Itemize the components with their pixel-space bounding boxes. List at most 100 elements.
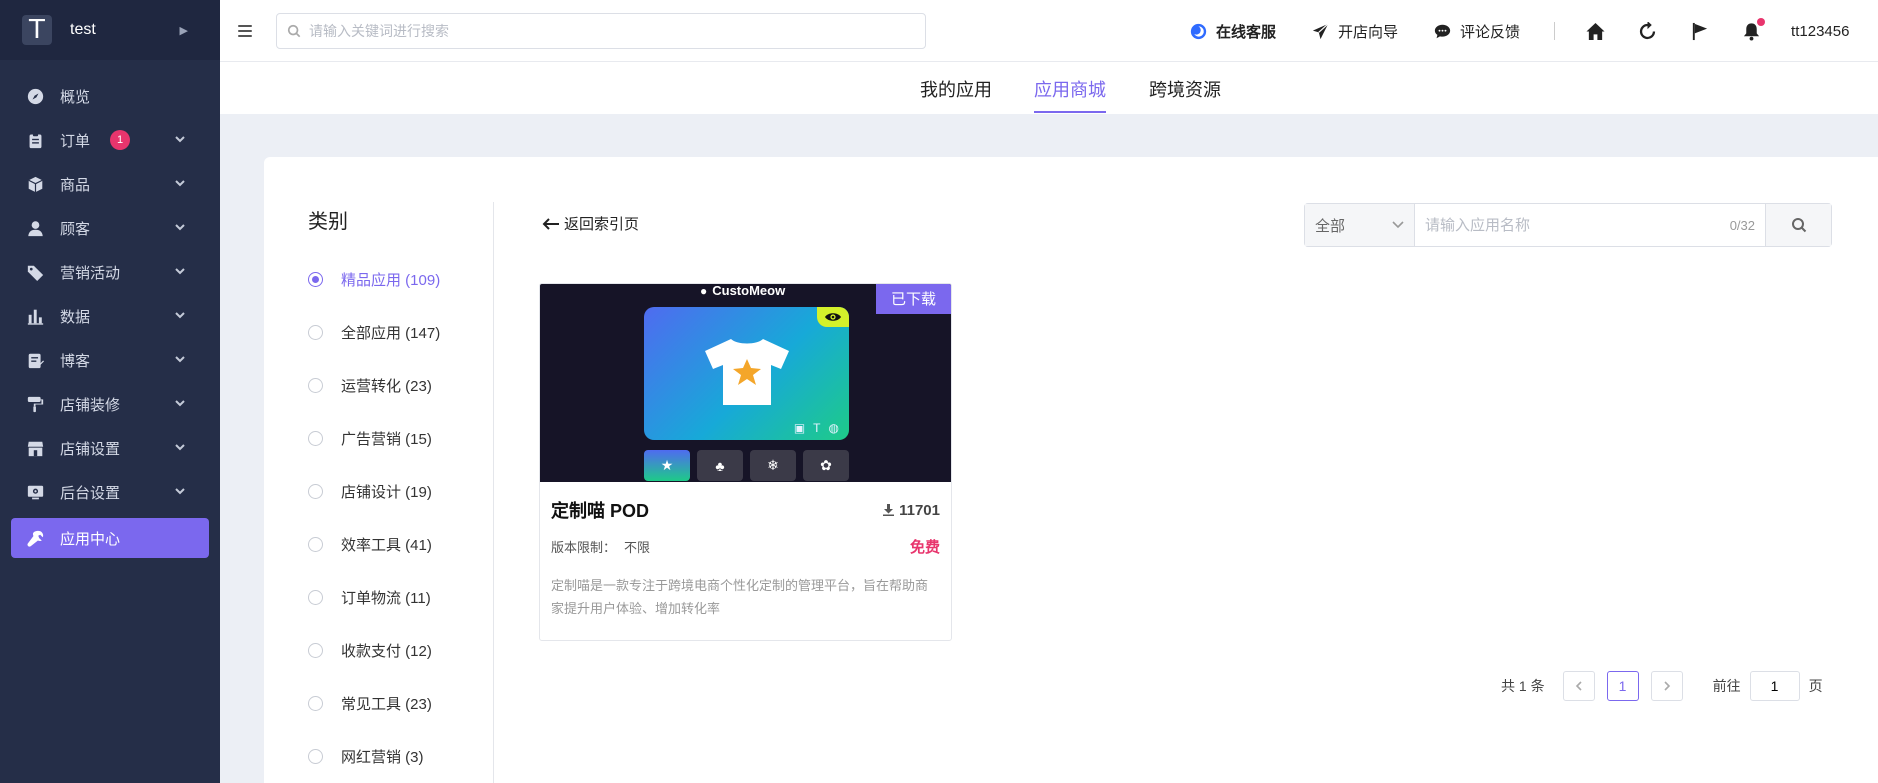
page-number-current[interactable]: 1 xyxy=(1606,671,1639,701)
caret-right-icon[interactable]: ▶ xyxy=(180,24,188,37)
home-icon[interactable] xyxy=(1585,21,1605,41)
category-item[interactable]: 常见工具 (23) xyxy=(308,677,440,730)
sidebar-item-marketing[interactable]: 营销活动 xyxy=(0,250,220,294)
sidebar-item-label: 数据 xyxy=(60,308,91,326)
refresh-icon[interactable] xyxy=(1637,21,1657,41)
sidebar-item-decoration[interactable]: 店铺装修 xyxy=(0,382,220,426)
sidebar-item-label: 营销活动 xyxy=(60,264,121,282)
online-support-link[interactable]: 在线客服 xyxy=(1190,21,1276,42)
global-search-input[interactable] xyxy=(309,22,909,39)
comment-icon xyxy=(1434,24,1451,38)
bell-icon[interactable] xyxy=(1741,18,1766,41)
sidebar-item-label: 订单 xyxy=(60,132,91,150)
sidebar-item-data[interactable]: 数据 xyxy=(0,294,220,338)
app-info: 定制喵 POD 11701 版本限制： 不限 免费 定制喵是一款专注于跨境电商个… xyxy=(540,482,951,620)
sidebar-item-app-center[interactable]: 应用中心 xyxy=(11,518,209,558)
feedback-label: 评论反馈 xyxy=(1460,23,1521,41)
app-store-panel: 类别 精品应用 (109) 全部应用 (147) 运营转化 (23) 广告营销 … xyxy=(264,157,1878,783)
sidebar-item-products[interactable]: 商品 xyxy=(0,162,220,206)
app-description: 定制喵是一款专注于跨境电商个性化定制的管理平台，旨在帮助商家提升用户体验、增加转… xyxy=(551,578,929,616)
goto-page-input[interactable] xyxy=(1749,671,1800,701)
category-label: 运营转化 (23) xyxy=(341,378,432,395)
sidebar-item-store-settings[interactable]: 店铺设置 xyxy=(0,426,220,470)
cat-logo-icon: ● xyxy=(700,283,708,298)
category-label: 收款支付 (12) xyxy=(341,643,432,660)
radio[interactable] xyxy=(308,590,323,605)
goto-page: 前往 页 xyxy=(1713,671,1823,701)
chevron-down-icon xyxy=(174,440,186,457)
category-item[interactable]: 运营转化 (23) xyxy=(308,359,440,412)
app-card[interactable]: ● CustoMeow 已下载 ▣ T ◍ ★ ♣ ❄ ✿ 定制喵 POD 11701 xyxy=(539,283,952,641)
radio-selected[interactable] xyxy=(308,272,323,287)
radio[interactable] xyxy=(308,696,323,711)
radio[interactable] xyxy=(308,431,323,446)
download-icon xyxy=(883,504,895,516)
star-icon: ★ xyxy=(644,450,690,481)
store-icon xyxy=(26,439,44,457)
category-item[interactable]: 订单物流 (11) xyxy=(308,571,440,624)
global-search[interactable] xyxy=(276,12,926,49)
downloaded-ribbon: 已下载 xyxy=(875,284,951,314)
prev-page-button[interactable] xyxy=(1562,671,1595,701)
radio[interactable] xyxy=(308,643,323,658)
sidebar-item-label: 应用中心 xyxy=(60,530,121,548)
brand-header[interactable]: T test ▶ xyxy=(0,0,220,60)
username[interactable]: tt123456 xyxy=(1791,23,1849,40)
category-select[interactable]: 全部 xyxy=(1305,204,1415,246)
chevron-down-icon xyxy=(174,220,186,237)
download-count-value: 11701 xyxy=(899,501,940,519)
app-name-field[interactable]: 0/32 xyxy=(1415,204,1765,246)
tab-my-apps[interactable]: 我的应用 xyxy=(920,76,992,111)
category-item[interactable]: 全部应用 (147) xyxy=(308,306,440,359)
back-to-index-link[interactable]: 返回索引页 xyxy=(542,213,639,234)
app-search-button[interactable] xyxy=(1765,204,1831,246)
clipboard-icon xyxy=(26,131,44,149)
banner-mockup: ▣ T ◍ xyxy=(644,307,849,440)
monitor-gear-icon xyxy=(26,483,44,501)
category-select-value: 全部 xyxy=(1315,217,1346,235)
hamburger-menu-icon[interactable] xyxy=(238,24,260,37)
category-item[interactable]: 广告营销 (15) xyxy=(308,412,440,465)
radio[interactable] xyxy=(308,325,323,340)
sidebar-item-admin-settings[interactable]: 后台设置 xyxy=(0,470,220,514)
notification-dot xyxy=(1757,18,1766,26)
divider xyxy=(1554,22,1556,40)
sidebar-item-label: 商品 xyxy=(60,176,91,194)
banner-brand: ● CustoMeow xyxy=(700,283,785,298)
sidebar-item-customers[interactable]: 顾客 xyxy=(0,206,220,250)
category-item[interactable]: 网红营销 (3) xyxy=(308,730,440,783)
editor-tools: ▣ T ◍ xyxy=(794,421,839,435)
tab-cross-border-resources[interactable]: 跨境资源 xyxy=(1149,76,1221,111)
sidebar-item-label: 顾客 xyxy=(60,220,91,238)
image-icon: ▣ xyxy=(793,421,806,435)
category-item[interactable]: 精品应用 (109) xyxy=(308,253,440,306)
radio[interactable] xyxy=(308,537,323,552)
radio[interactable] xyxy=(308,484,323,499)
tag-icon xyxy=(26,263,44,281)
compass-icon xyxy=(26,87,44,105)
feedback-link[interactable]: 评论反馈 xyxy=(1434,21,1520,42)
radio[interactable] xyxy=(308,749,323,764)
category-label: 常见工具 (23) xyxy=(341,696,432,713)
sidebar-item-label: 博客 xyxy=(60,352,91,370)
sidebar-item-blog[interactable]: 博客 xyxy=(0,338,220,382)
goto-suffix: 页 xyxy=(1808,678,1823,694)
chevron-right-icon xyxy=(1664,681,1670,691)
category-item[interactable]: 店铺设计 (19) xyxy=(308,465,440,518)
flag-icon[interactable] xyxy=(1689,21,1709,41)
tab-app-store[interactable]: 应用商城 xyxy=(1034,76,1106,113)
category-item[interactable]: 效率工具 (41) xyxy=(308,518,440,571)
sidebar-item-overview[interactable]: 概览 xyxy=(0,74,220,118)
store-wizard-link[interactable]: 开店向导 xyxy=(1312,21,1398,42)
app-name-input[interactable] xyxy=(1425,216,1705,234)
radio[interactable] xyxy=(308,378,323,393)
sidebar-nav: 概览 订单 1 商品 顾客 营销活动 数据 博客 店铺装修 店铺设置 后台设置 … xyxy=(0,60,220,558)
category-item[interactable]: 收款支付 (12) xyxy=(308,624,440,677)
next-page-button[interactable] xyxy=(1650,671,1683,701)
version-limit-value: 不限 xyxy=(624,540,651,555)
download-count: 11701 xyxy=(883,502,940,519)
box-icon xyxy=(26,175,44,193)
back-link-label: 返回索引页 xyxy=(564,216,640,233)
chevron-down-icon xyxy=(174,396,186,413)
sidebar-item-orders[interactable]: 订单 1 xyxy=(0,118,220,162)
